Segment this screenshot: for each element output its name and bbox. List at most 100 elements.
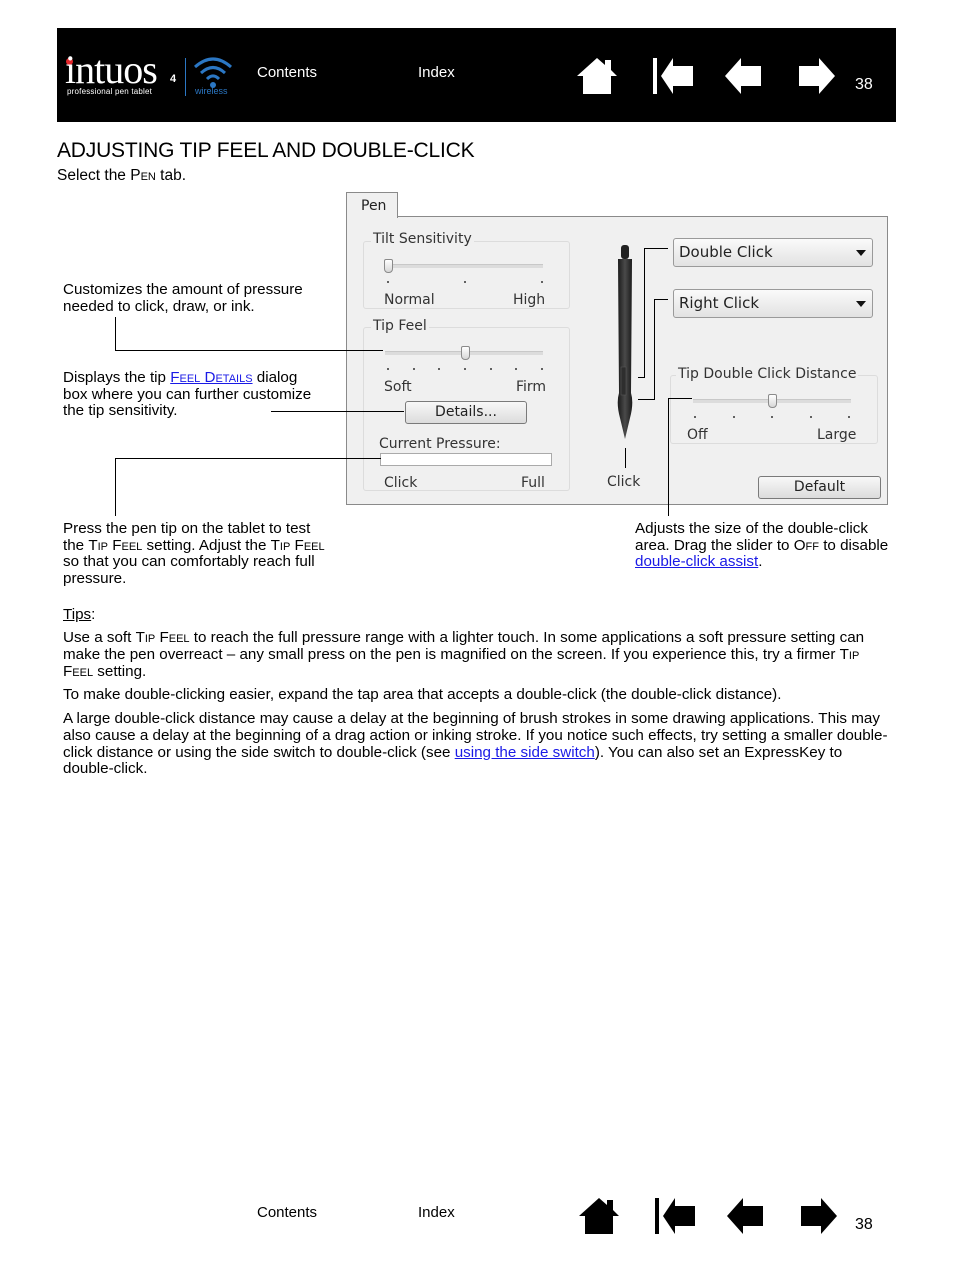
- tilt-sensitivity-label: Tilt Sensitivity: [371, 231, 474, 247]
- tilt-max-label: High: [513, 292, 546, 308]
- pressure-min-label: Click: [384, 475, 418, 491]
- tips-heading-text: Tips: [63, 606, 92, 623]
- pressure-callout-line-h: [115, 350, 383, 351]
- logo-tagline: professional pen tablet: [67, 87, 153, 96]
- tilt-min-label: Normal: [384, 292, 435, 308]
- test-callout-part: setting. Adjust the: [142, 536, 271, 554]
- tip-feel-min-label: Soft: [384, 379, 412, 395]
- chevron-down-icon: [856, 301, 866, 307]
- footer-page-number: 38: [855, 1216, 873, 1233]
- slider-tick: [848, 416, 850, 418]
- index-link[interactable]: Index: [418, 64, 455, 81]
- page-title: ADJUSTING TIP FEEL AND DOUBLE-CLICK: [57, 139, 475, 162]
- lower-switch-leader: [654, 299, 668, 300]
- previous-page-icon[interactable]: [725, 1196, 769, 1236]
- details-callout-text: Displays the tip Feel Details dialog box…: [63, 369, 323, 420]
- lower-switch-value: Right Click: [679, 294, 760, 312]
- previous-page-icon[interactable]: [723, 56, 767, 96]
- logo-wordmark: intuos: [65, 47, 158, 92]
- home-icon[interactable]: [577, 1196, 621, 1236]
- slider-tick: [541, 281, 543, 283]
- tips-paragraph-3: A large double-click distance may cause …: [63, 710, 893, 778]
- subtitle-text-end: tab.: [155, 167, 187, 184]
- header-bar: intuos 4 professional pen tablet wireles…: [57, 28, 896, 122]
- slider-tick: [387, 368, 389, 370]
- upper-switch-leader-v: [644, 248, 645, 377]
- next-page-icon[interactable]: [793, 56, 837, 96]
- tilt-slider-thumb[interactable]: [384, 259, 393, 273]
- details-callout-part: Displays the tip: [63, 369, 171, 386]
- upper-switch-leader: [644, 248, 668, 249]
- tips-paragraph-2: To make double-clicking easier, expand t…: [63, 686, 782, 703]
- tip-feel-term: Tip Feel: [135, 629, 190, 646]
- tips-text: setting.: [93, 662, 147, 680]
- pen-image: [617, 245, 633, 439]
- double-click-min-label: Off: [687, 427, 708, 443]
- test-callout-line-h: [115, 458, 381, 459]
- wireless-icon: [194, 57, 232, 88]
- pressure-callout-line-v: [115, 317, 116, 351]
- test-callout-line-v: [115, 458, 116, 516]
- tip-leader-line: [625, 448, 626, 468]
- tip-feel-term: Tip Feel: [88, 536, 143, 554]
- slider-tick: [387, 281, 389, 283]
- pressure-callout-text: Customizes the amount of pressure needed…: [63, 281, 303, 315]
- first-page-icon[interactable]: [651, 56, 695, 96]
- logo-model: 4: [170, 73, 177, 85]
- home-icon[interactable]: [575, 56, 619, 96]
- tip-feel-max-label: Firm: [516, 379, 547, 395]
- details-button[interactable]: Details...: [405, 401, 527, 424]
- double-click-assist-link[interactable]: double-click assist: [635, 553, 758, 570]
- subtitle-pen-tab: Pen: [130, 167, 156, 184]
- tips-paragraph-1: Use a soft Tip Feel to reach the full pr…: [63, 629, 893, 680]
- tip-feel-term: Tip Feel: [270, 536, 325, 554]
- footer-contents-link[interactable]: Contents: [257, 1204, 317, 1221]
- upper-switch-value: Double Click: [679, 243, 773, 261]
- double-click-max-label: Large: [817, 427, 857, 443]
- tilt-slider-track[interactable]: [385, 264, 543, 268]
- slider-tick: [809, 416, 812, 418]
- footer-bar: Contents Index 38: [0, 1160, 954, 1272]
- footer-index-link[interactable]: Index: [418, 1204, 455, 1221]
- double-click-callout-text: Adjusts the size of the double-click are…: [635, 520, 897, 571]
- upper-switch-dropdown[interactable]: Double Click: [673, 238, 873, 267]
- logo-wireless-label: wireless: [195, 86, 228, 96]
- test-callout-text: Press the pen tip on the tablet to test …: [63, 520, 325, 587]
- tips-heading: Tips:: [63, 606, 96, 623]
- double-click-slider-thumb[interactable]: [768, 394, 777, 408]
- logo-separator: [185, 58, 186, 96]
- lower-switch-dropdown[interactable]: Right Click: [673, 289, 873, 318]
- slider-tick: [464, 368, 466, 370]
- feel-details-link[interactable]: Feel Details: [170, 369, 252, 386]
- slider-tick: [412, 368, 415, 370]
- tip-feel-label: Tip Feel: [371, 318, 429, 334]
- tip-feel-slider-thumb[interactable]: [461, 346, 470, 360]
- contents-link[interactable]: Contents: [257, 64, 317, 81]
- double-click-callout-part: .: [758, 553, 763, 570]
- tip-function-label: Click: [607, 474, 641, 490]
- pen-settings-panel: Tilt Sensitivity Normal High Tip Feel So…: [346, 216, 888, 505]
- double-click-callout-line-v: [668, 398, 669, 516]
- double-click-callout-part: to disable: [818, 536, 889, 554]
- side-switch-link[interactable]: using the side switch: [455, 744, 595, 761]
- slider-tick: [732, 416, 735, 418]
- slider-tick: [541, 368, 543, 370]
- tab-pen[interactable]: Pen: [346, 192, 398, 218]
- lower-switch-leader-v: [654, 299, 655, 399]
- slider-tick: [489, 368, 492, 370]
- next-page-icon[interactable]: [795, 1196, 839, 1236]
- slider-tick: [694, 416, 696, 418]
- subtitle: Select the Pen tab.: [57, 167, 186, 185]
- slider-tick: [771, 416, 773, 418]
- slider-tick: [464, 281, 466, 283]
- test-callout-part: so that you can comfortably reach full p…: [63, 553, 315, 587]
- current-pressure-bar: [380, 453, 552, 466]
- double-click-distance-label: Tip Double Click Distance: [676, 366, 859, 382]
- default-button[interactable]: Default: [758, 476, 881, 499]
- first-page-icon[interactable]: [653, 1196, 697, 1236]
- off-term: Off: [793, 536, 819, 554]
- chevron-down-icon: [856, 250, 866, 256]
- pressure-max-label: Full: [521, 475, 545, 491]
- upper-switch-leader-end: [638, 377, 645, 378]
- current-pressure-label: Current Pressure:: [379, 436, 501, 452]
